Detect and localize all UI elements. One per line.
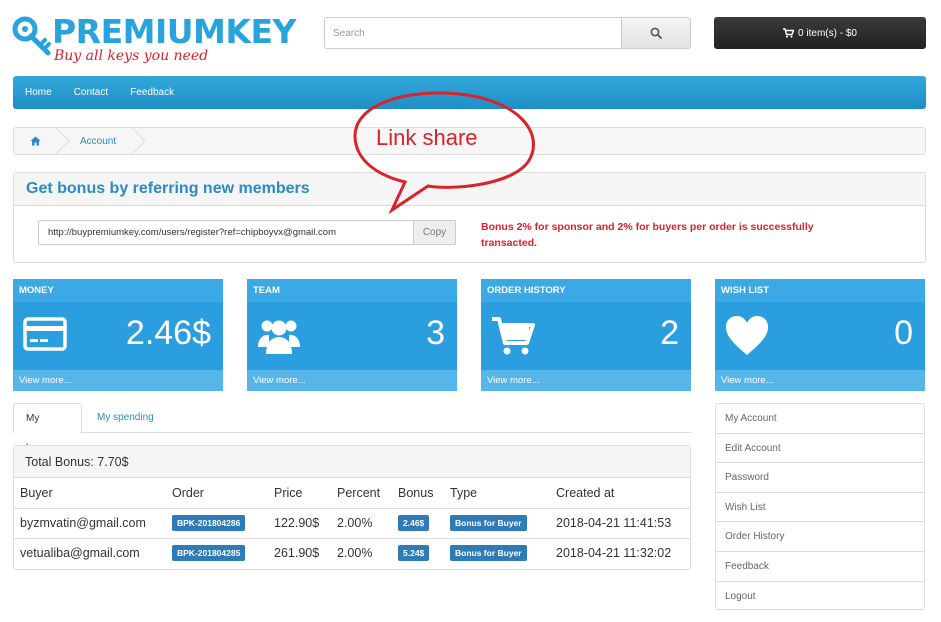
percent-cell: 2.00% [331, 508, 392, 539]
referral-note: Bonus 2% for sponsor and 2% for buyers p… [481, 221, 814, 249]
buyer-email: byzmvatin@gmail.com [14, 508, 166, 539]
search-button[interactable] [622, 17, 691, 49]
tile-value: 0 [894, 314, 913, 352]
column-header: Created at [550, 478, 690, 509]
account-side-menu: My Account Edit Account Password Wish Li… [715, 403, 925, 610]
order-badge[interactable]: BPK-201804286 [172, 515, 246, 531]
tile-order-history[interactable]: ORDER HISTORY 2 View more... [481, 279, 691, 391]
column-header: Bonus [392, 478, 444, 509]
price-cell: 261.90$ [274, 546, 320, 561]
column-header: Buyer [14, 478, 166, 509]
buyer-email: vetualiba@gmail.com [20, 546, 140, 561]
referral-link-field[interactable]: http://buypremiumkey.com/users/register?… [38, 220, 414, 245]
tab-my-spending[interactable]: My spending [85, 403, 166, 434]
menu-edit-account[interactable]: Edit Account [716, 434, 924, 464]
tile-label: WISH LIST [715, 279, 925, 302]
created-cell: 2018-04-21 11:32:02 [556, 546, 672, 561]
search-bar [324, 17, 691, 49]
bonus-tabs: My bonus My spending [13, 403, 691, 454]
price-cell: 122.90$ [268, 508, 331, 539]
tile-label: ORDER HISTORY [481, 279, 691, 302]
table-row: byzmvatin@gmail.com BPK-201804286 122.90… [14, 508, 690, 539]
tile-team[interactable]: TEAM 3 View more... [247, 279, 457, 391]
column-header: Order [166, 478, 268, 509]
tile-wish-list[interactable]: WISH LIST 0 View more... [715, 279, 925, 391]
menu-my-account[interactable]: My Account [716, 404, 924, 434]
menu-wish-list[interactable]: Wish List [716, 493, 924, 523]
bonus-table: Buyer Order Price Percent Bonus Type Cre… [14, 478, 690, 568]
tile-view-more[interactable]: View more... [481, 370, 691, 391]
percent-cell: 2.00% [337, 546, 373, 561]
tile-value: 3 [426, 314, 445, 352]
column-header: Type [444, 478, 550, 509]
annotation-text: Link share [376, 125, 478, 150]
menu-password[interactable]: Password [716, 463, 924, 493]
tile-money[interactable]: MONEY 2.46$ View more... [13, 279, 223, 391]
copy-button[interactable]: Copy [413, 220, 456, 245]
column-header: Price [268, 478, 331, 509]
key-icon [12, 16, 51, 56]
annotation-bubble [353, 91, 535, 215]
nav-contact[interactable]: Contact [74, 87, 108, 98]
credit-card-icon [23, 317, 67, 351]
team-icon [258, 320, 300, 354]
bonus-badge: 2.46$ [398, 515, 430, 531]
bonus-panel: Total Bonus: 7.70$ Buyer Order Price Per… [13, 445, 691, 570]
referral-title: Get bonus by referring new members [26, 180, 310, 197]
cart-icon [783, 28, 795, 38]
table-row: vetualiba@gmail.com BPK-201804285 261.90… [14, 538, 690, 568]
table-header-row: Buyer Order Price Percent Bonus Type Cre… [14, 478, 690, 509]
breadcrumb-separator [132, 128, 146, 154]
breadcrumb-separator [56, 128, 70, 154]
menu-logout[interactable]: Logout [716, 582, 924, 612]
heart-icon [726, 316, 768, 355]
cart-icon [492, 317, 535, 355]
menu-feedback[interactable]: Feedback [716, 552, 924, 582]
nav-feedback[interactable]: Feedback [130, 87, 174, 98]
cart-label: 0 item(s) - $0 [798, 27, 857, 39]
bonus-badge: 5.24$ [398, 545, 430, 562]
type-badge: Bonus for Buyer [450, 545, 527, 562]
search-input[interactable] [324, 17, 622, 49]
cart-button[interactable]: 0 item(s) - $0 [714, 17, 926, 49]
tile-view-more[interactable]: View more... [247, 370, 457, 391]
tile-value: 2 [660, 314, 679, 352]
nav-home[interactable]: Home [25, 87, 52, 98]
tile-view-more[interactable]: View more... [715, 370, 925, 391]
breadcrumb-account[interactable]: Account [70, 136, 132, 147]
order-badge[interactable]: BPK-201804285 [172, 545, 246, 562]
created-cell: 2018-04-21 11:41:53 [550, 508, 690, 539]
breadcrumb-home[interactable] [14, 128, 56, 154]
tab-my-bonus[interactable]: My bonus [13, 403, 82, 454]
home-icon [30, 136, 40, 146]
type-badge: Bonus for Buyer [450, 515, 527, 531]
menu-order-history[interactable]: Order History [716, 522, 924, 552]
tile-label: TEAM [247, 279, 457, 302]
logo-title: PREMIUMKEY [52, 12, 296, 51]
total-bonus: Total Bonus: 7.70$ [14, 446, 690, 478]
tile-view-more[interactable]: View more... [13, 370, 223, 391]
tile-label: MONEY [13, 279, 223, 302]
tile-value: 2.46$ [125, 314, 211, 352]
logo-tagline: Buy all keys you need [54, 48, 209, 64]
column-header: Percent [331, 478, 392, 509]
search-icon [650, 27, 662, 39]
logo[interactable]: PREMIUMKEY Buy all keys you need [12, 12, 296, 68]
